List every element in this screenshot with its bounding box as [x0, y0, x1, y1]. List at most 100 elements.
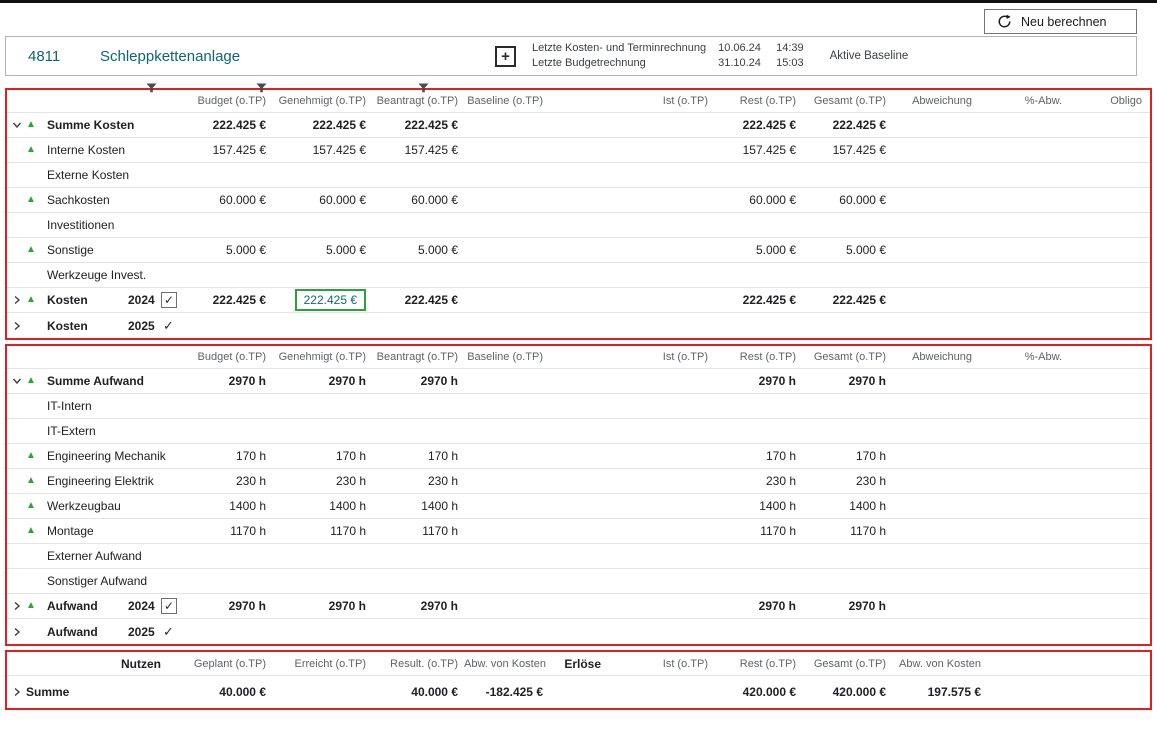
value-cell[interactable]: 230 h	[272, 474, 372, 488]
plus-glyph: +	[501, 48, 510, 65]
row-label: IT-Intern	[47, 399, 92, 413]
value-cell[interactable]: 170 h	[272, 449, 372, 463]
chevron-down-icon[interactable]	[11, 375, 26, 387]
value-cell[interactable]: 230 h	[714, 474, 802, 488]
value-cell[interactable]: 197.575 €	[892, 685, 987, 699]
value-cell[interactable]: 2970 h	[802, 599, 892, 613]
value-cell[interactable]: 230 h	[802, 474, 892, 488]
project-id: 4811	[6, 48, 100, 65]
year-checkbox[interactable]: ✓	[161, 598, 177, 614]
value-cell[interactable]: 222.425 €	[187, 293, 272, 307]
column-header-erl-se: Erlöse	[549, 657, 607, 671]
value-cell[interactable]: 1170 h	[372, 524, 464, 538]
value-cell[interactable]: 222.425 €	[802, 118, 892, 132]
value-cell[interactable]: -182.425 €	[464, 685, 549, 699]
value-cell[interactable]: 60.000 €	[714, 193, 802, 207]
value-cell[interactable]: 60.000 €	[372, 193, 464, 207]
value-cell[interactable]: 157.425 €	[714, 143, 802, 157]
value-cell[interactable]: 1170 h	[714, 524, 802, 538]
value-cell[interactable]: 222.425 €	[187, 118, 272, 132]
column-header-abweichung: Abweichung	[892, 95, 978, 107]
value-cell[interactable]: 1400 h	[372, 499, 464, 513]
value-cell[interactable]: 1170 h	[802, 524, 892, 538]
value-cell[interactable]: 2970 h	[187, 599, 272, 613]
value-cell[interactable]: 5.000 €	[802, 243, 892, 257]
value-cell[interactable]: 2970 h	[372, 374, 464, 388]
value-cell[interactable]: 222.425 €	[714, 118, 802, 132]
row-label: Summe Aufwand	[47, 374, 144, 388]
value-cell[interactable]: 1400 h	[714, 499, 802, 513]
year-check-icon[interactable]: ✓	[163, 624, 174, 640]
value-cell[interactable]: 170 h	[187, 449, 272, 463]
value-cell[interactable]: 222.425 €	[714, 293, 802, 307]
year-checkbox[interactable]: ✓	[161, 292, 177, 308]
value-cell[interactable]: 2970 h	[272, 374, 372, 388]
value-cell[interactable]: 222.425 €	[802, 293, 892, 307]
value-cell[interactable]: 1170 h	[272, 524, 372, 538]
chevron-right-icon[interactable]	[11, 320, 26, 332]
recalculate-button[interactable]: Neu berechnen	[984, 9, 1137, 34]
value-cell[interactable]: 60.000 €	[187, 193, 272, 207]
value-cell[interactable]: 222.425 €	[272, 118, 372, 132]
chevron-right-icon[interactable]	[11, 294, 26, 306]
chevron-right-icon[interactable]	[11, 600, 26, 612]
value-cell[interactable]: 157.425 €	[272, 143, 372, 157]
value-cell[interactable]: 40.000 €	[372, 685, 464, 699]
value-cell[interactable]: 230 h	[187, 474, 272, 488]
value-cell[interactable]: 2970 h	[187, 374, 272, 388]
row-sonstige: ▲Sonstige5.000 €5.000 €5.000 €5.000 €5.0…	[7, 238, 1150, 263]
value-cell[interactable]: 60.000 €	[802, 193, 892, 207]
filter-icon[interactable]	[256, 80, 268, 90]
value-cell[interactable]: 170 h	[802, 449, 892, 463]
value-cell[interactable]: 5.000 €	[272, 243, 372, 257]
row-aufwand-2025: Aufwand2025✓	[7, 619, 1150, 644]
filter-icon[interactable]	[418, 80, 430, 90]
column-header-ist-o-tp: Ist (o.TP)	[549, 95, 714, 107]
value-cell[interactable]: 1400 h	[802, 499, 892, 513]
filter-icon[interactable]	[146, 80, 158, 90]
chevron-right-icon[interactable]	[11, 686, 26, 698]
value-cell[interactable]: 222.425 €	[372, 293, 464, 307]
row-summe-aufwand: ▲Summe Aufwand2970 h2970 h2970 h2970 h29…	[7, 369, 1150, 394]
value-cell[interactable]: 222.425 €	[372, 118, 464, 132]
row-label: Werkzeugbau	[47, 499, 121, 513]
row-label: Werkzeuge Invest.	[47, 268, 146, 282]
expand-plus-icon[interactable]: +	[495, 46, 516, 67]
value-cell[interactable]: 2970 h	[372, 599, 464, 613]
year-check-icon[interactable]: ✓	[163, 318, 174, 334]
value-cell[interactable]: 170 h	[714, 449, 802, 463]
row-werkzeuge-invest: Werkzeuge Invest.	[7, 263, 1150, 288]
value-cell[interactable]: 157.425 €	[372, 143, 464, 157]
value-cell[interactable]: 1400 h	[187, 499, 272, 513]
value-cell[interactable]: 40.000 €	[187, 685, 272, 699]
value-cell[interactable]: 2970 h	[714, 599, 802, 613]
value-cell[interactable]: 157.425 €	[187, 143, 272, 157]
value-cell[interactable]: 170 h	[372, 449, 464, 463]
chevron-right-icon[interactable]	[11, 626, 26, 638]
chevron-down-icon[interactable]	[11, 119, 26, 131]
value-cell[interactable]: 230 h	[372, 474, 464, 488]
value-cell[interactable]: 2970 h	[272, 599, 372, 613]
value-cell[interactable]: 1170 h	[187, 524, 272, 538]
selected-cell-value[interactable]: 222.425 €	[295, 289, 366, 311]
value-cell[interactable]: 2970 h	[802, 374, 892, 388]
table-header-row: Budget (o.TP)Genehmigt (o.TP)Beantragt (…	[7, 346, 1150, 369]
value-cell[interactable]: 1400 h	[272, 499, 372, 513]
value-cell[interactable]: 5.000 €	[714, 243, 802, 257]
value-cell[interactable]: 5.000 €	[372, 243, 464, 257]
column-header-budget-o-tp: Budget (o.TP)	[187, 95, 272, 107]
effort-section: Budget (o.TP)Genehmigt (o.TP)Beantragt (…	[5, 344, 1152, 646]
value-cell[interactable]: 2970 h	[714, 374, 802, 388]
column-header-beantragt-o-tp: Beantragt (o.TP)	[372, 351, 464, 363]
row-label: Aufwand	[47, 625, 98, 639]
value-cell[interactable]: 222.425 €	[272, 289, 372, 311]
status-up-icon: ▲	[26, 145, 47, 155]
value-cell[interactable]: 5.000 €	[187, 243, 272, 257]
value-cell[interactable]: 157.425 €	[802, 143, 892, 157]
last-budget-calc-date: 31.10.24	[718, 56, 776, 71]
column-header-rest-o-tp: Rest (o.TP)	[714, 95, 802, 107]
value-cell[interactable]: 420.000 €	[714, 685, 802, 699]
row-label: Summe Kosten	[47, 118, 134, 132]
value-cell[interactable]: 60.000 €	[272, 193, 372, 207]
value-cell[interactable]: 420.000 €	[802, 685, 892, 699]
